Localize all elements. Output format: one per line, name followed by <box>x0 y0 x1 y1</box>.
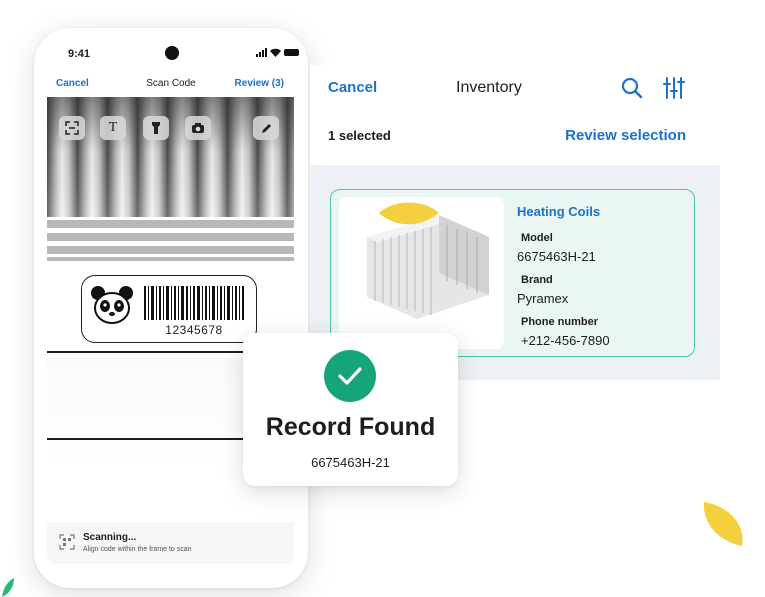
scan-frame-icon[interactable] <box>59 116 85 140</box>
filter-sliders-icon[interactable] <box>662 76 686 100</box>
phone-number-value: +212-456-7890 <box>521 333 610 348</box>
qr-scan-icon <box>59 534 75 550</box>
green-leaf-corner-decoration <box>2 578 14 597</box>
camera-icon[interactable] <box>185 116 211 140</box>
search-icon[interactable] <box>621 77 643 99</box>
model-value: 6675463H-21 <box>517 249 596 264</box>
record-code: 6675463H-21 <box>311 455 390 470</box>
panda-logo <box>91 286 133 324</box>
scanning-status: Scanning... Align code within the frame … <box>47 522 294 564</box>
flashlight-icon[interactable] <box>143 116 169 140</box>
status-time: 9:41 <box>68 48 91 60</box>
yellow-leaf-decoration <box>703 502 743 546</box>
check-circle-icon <box>324 350 376 402</box>
scan-guide-line <box>47 438 247 440</box>
scan-guide-line <box>47 351 247 353</box>
phone-number-label: Phone number <box>521 316 599 328</box>
barcode-number: 12345678 <box>165 323 223 337</box>
brand-label: Brand <box>521 274 553 286</box>
record-found-card: Record Found 6675463H-21 <box>243 333 458 486</box>
battery-icon <box>284 49 299 56</box>
scan-stripe <box>47 220 294 228</box>
scan-stripe <box>47 257 294 261</box>
camera-viewfinder: T <box>47 97 294 217</box>
text-icon[interactable]: T <box>100 116 126 140</box>
scan-stripe <box>47 246 294 254</box>
signal-icon <box>256 48 267 57</box>
brand-value: Pyramex <box>517 291 569 306</box>
inventory-item-card[interactable]: Heating Coils Model 6675463H-21 Brand Py… <box>330 189 695 357</box>
status-icons <box>256 48 299 57</box>
phone-nav-bar: Scan Code Cancel Review (3) <box>34 78 308 96</box>
scanning-subtitle: Align code within the frame to scan <box>83 546 192 553</box>
model-label: Model <box>521 232 553 244</box>
heating-coils-image <box>339 197 504 349</box>
barcode-label: 12345678 <box>81 275 257 343</box>
phone-review-button[interactable]: Review (3) <box>235 78 284 89</box>
phone-cancel-button[interactable]: Cancel <box>56 78 89 89</box>
pen-icon[interactable] <box>253 116 279 140</box>
scanning-title: Scanning... <box>83 532 137 543</box>
selected-count: 1 selected <box>328 128 391 143</box>
phone-mockup: 9:41 Scan Code Cancel Review (3) T 12345… <box>34 28 308 588</box>
inventory-title: Inventory <box>456 79 522 96</box>
scan-stripe <box>47 233 294 241</box>
inventory-header: Cancel Inventory 1 selected Review selec… <box>310 65 720 165</box>
inventory-cancel-button[interactable]: Cancel <box>328 79 377 96</box>
barcode-bars <box>144 286 244 320</box>
record-found-title: Record Found <box>265 413 436 441</box>
item-name: Heating Coils <box>517 204 601 219</box>
review-selection-button[interactable]: Review selection <box>565 127 686 144</box>
wifi-icon <box>270 48 281 57</box>
camera-dot <box>165 46 179 60</box>
